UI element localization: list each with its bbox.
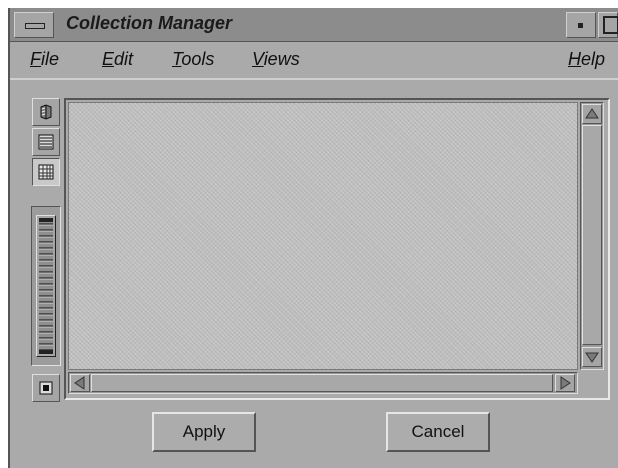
vertical-scroll-thumb[interactable] bbox=[582, 125, 602, 345]
menu-help-mnemonic: H bbox=[568, 49, 581, 69]
maximize-icon bbox=[603, 16, 618, 34]
cancel-button[interactable]: Cancel bbox=[386, 412, 490, 452]
column-view-icon bbox=[38, 164, 54, 180]
menu-file[interactable]: File bbox=[30, 49, 59, 70]
scroll-up-button[interactable] bbox=[582, 104, 602, 124]
scroll-down-button[interactable] bbox=[582, 347, 602, 367]
menu-tools-label: ools bbox=[181, 49, 215, 69]
menu-views-label: iews bbox=[263, 49, 300, 69]
menu-help-label: elp bbox=[581, 49, 606, 69]
menu-tools-mnemonic: T bbox=[172, 49, 182, 69]
zoom-slider-thumb[interactable] bbox=[36, 215, 56, 357]
container-icon bbox=[40, 104, 52, 120]
title-bar[interactable]: Collection Manager bbox=[10, 8, 618, 42]
menu-views-mnemonic: V bbox=[252, 49, 264, 69]
menu-edit[interactable]: Edit bbox=[102, 49, 133, 70]
menu-help[interactable]: Help bbox=[568, 49, 605, 70]
window-menu-icon bbox=[25, 23, 45, 29]
window-menu-button[interactable] bbox=[14, 12, 54, 38]
scroll-corner bbox=[580, 372, 604, 394]
maximize-button[interactable] bbox=[598, 12, 618, 38]
apply-button[interactable]: Apply bbox=[152, 412, 256, 452]
toggle-button[interactable] bbox=[32, 374, 60, 402]
zoom-slider[interactable] bbox=[31, 206, 61, 366]
menu-edit-label: dit bbox=[114, 49, 134, 69]
arrow-left-icon bbox=[74, 376, 85, 390]
list-view-icon bbox=[38, 134, 54, 150]
minimize-icon bbox=[578, 23, 583, 28]
menu-bar: File Edit Tools Views Help bbox=[10, 42, 618, 80]
slider-grip-icon bbox=[39, 218, 53, 354]
arrow-up-icon bbox=[585, 108, 599, 119]
horizontal-scrollbar[interactable] bbox=[68, 372, 578, 394]
menu-edit-mnemonic: E bbox=[102, 49, 115, 69]
toggle-icon bbox=[39, 381, 53, 395]
container-view-button[interactable] bbox=[32, 98, 60, 126]
collection-manager-window: Collection Manager File Edit Tools Views… bbox=[8, 8, 618, 468]
scroll-left-button[interactable] bbox=[70, 374, 90, 392]
column-view-button[interactable] bbox=[32, 158, 60, 186]
arrow-down-icon bbox=[585, 352, 599, 363]
window-title: Collection Manager bbox=[66, 13, 233, 33]
menu-tools[interactable]: Tools bbox=[172, 49, 214, 70]
horizontal-scroll-thumb[interactable] bbox=[91, 374, 553, 392]
collection-view bbox=[64, 98, 610, 400]
list-view-button[interactable] bbox=[32, 128, 60, 156]
scroll-right-button[interactable] bbox=[555, 374, 575, 392]
collection-view-area[interactable] bbox=[68, 102, 578, 370]
menu-file-label: ile bbox=[41, 49, 60, 69]
minimize-button[interactable] bbox=[566, 12, 596, 38]
vertical-scrollbar[interactable] bbox=[580, 102, 604, 370]
menu-views[interactable]: Views bbox=[252, 49, 300, 70]
menu-file-mnemonic: F bbox=[30, 49, 41, 69]
arrow-right-icon bbox=[560, 376, 571, 390]
